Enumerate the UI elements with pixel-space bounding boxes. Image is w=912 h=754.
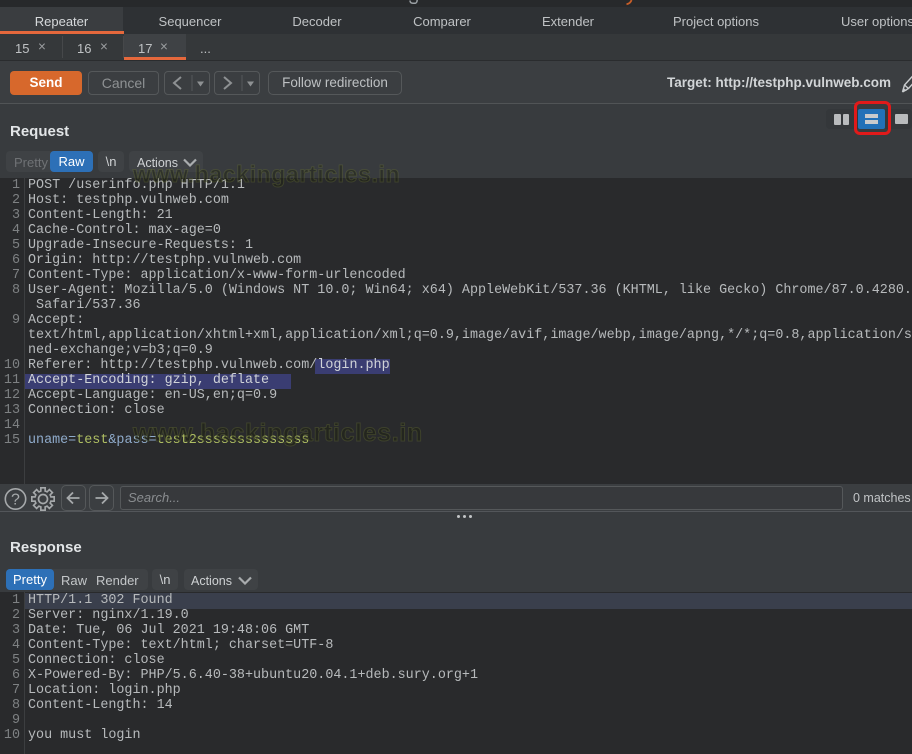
svg-text:?: ? <box>11 492 20 509</box>
